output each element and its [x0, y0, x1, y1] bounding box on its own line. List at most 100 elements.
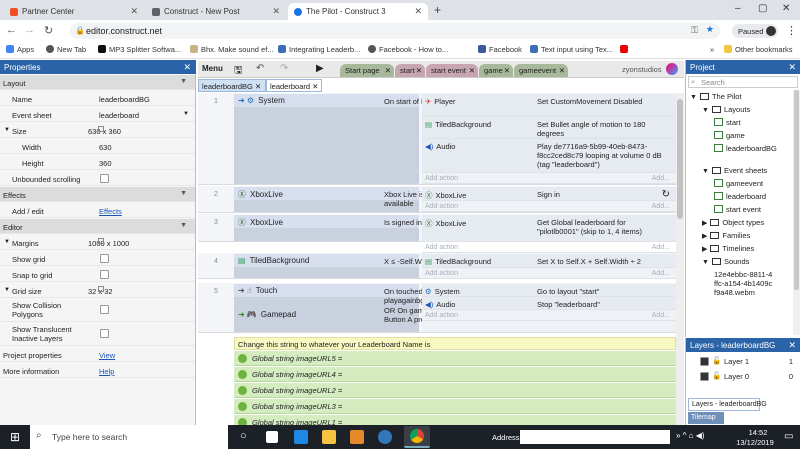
property-row[interactable]: Name leaderboardBG: [0, 91, 195, 106]
undo-icon[interactable]: ↶: [256, 63, 264, 74]
project-tree-item[interactable]: game: [714, 131, 745, 140]
event-block[interactable]: 1 ➜ ⚙ System On start of layout ✈ Player Set C…: [198, 93, 676, 185]
expand-arrow-icon[interactable]: ▼: [702, 168, 709, 175]
close-tab-icon[interactable]: ✕: [272, 6, 280, 17]
event-block[interactable]: 5 ➜ ☝ Touch On touched playagainbg ➜ 🎮 Gamepa…: [198, 283, 676, 333]
clock-date[interactable]: 13/12/2019: [730, 438, 780, 447]
taskbar-search-input[interactable]: ⌕ Type here to search: [30, 425, 228, 449]
close-doc-tab-icon[interactable]: ✕: [255, 82, 261, 91]
property-checkbox[interactable]: [100, 305, 109, 314]
property-row[interactable]: Show Collision Polygons: [0, 299, 195, 322]
condition-object[interactable]: ➜ ⚙ System: [238, 96, 285, 105]
close-tab-icon[interactable]: ✕: [414, 6, 422, 17]
bookmark-youtube[interactable]: [620, 45, 631, 54]
lock-icon[interactable]: 🔓: [712, 356, 721, 365]
doc-tab-leaderboard[interactable]: leaderboard ✕: [266, 79, 322, 92]
action-object[interactable]: ✈ Player: [425, 97, 456, 106]
project-scrollbar[interactable]: [793, 90, 800, 335]
condition-object[interactable]: Ⓧ XboxLive: [238, 189, 283, 200]
event-condition[interactable]: Ⓧ XboxLive Xbox Live is available: [234, 187, 424, 212]
add-more-link[interactable]: Add...: [652, 312, 670, 319]
dropdown-arrow-icon[interactable]: ▼: [183, 111, 189, 117]
expand-arrow-icon[interactable]: ▶: [702, 233, 707, 240]
action-object[interactable]: ⚙ System: [425, 287, 460, 296]
url-field[interactable]: 🔒 editor.construct.net ⚿ ★: [70, 23, 720, 39]
project-tree-item[interactable]: ▼ Sounds: [702, 257, 749, 266]
project-search-input[interactable]: ⌕ Search: [688, 76, 798, 88]
property-value[interactable]: leaderboard: [99, 111, 139, 120]
bookmark-star-icon[interactable]: ★: [706, 24, 714, 35]
project-tree-item[interactable]: start: [714, 118, 741, 127]
close-doc-tab-icon[interactable]: ✕: [312, 82, 318, 91]
condition-object[interactable]: ➜ ☝ Touch: [238, 286, 277, 295]
taskbar-address-input[interactable]: [520, 430, 670, 444]
clock-time[interactable]: 14:52: [738, 428, 778, 437]
project-tree-item[interactable]: ▼ Layouts: [702, 105, 750, 114]
bookmark-facebook-how-to[interactable]: Facebook - How to...: [368, 45, 448, 54]
global-variable-row[interactable]: Global string imageURL5 =: [234, 351, 676, 366]
scrollbar-thumb[interactable]: [677, 99, 683, 219]
menu-button[interactable]: Menu: [202, 64, 223, 73]
action-row[interactable]: Ⓧ XboxLive Sign in ↻: [422, 187, 676, 201]
add-action-button[interactable]: Add action Add...: [422, 201, 676, 212]
action-row[interactable]: ◀) Audio Stop "leaderboard": [422, 297, 676, 310]
chrome-menu-icon[interactable]: ⋮: [786, 24, 797, 37]
layer-visible-checkbox[interactable]: [700, 372, 709, 381]
event-condition[interactable]: Ⓧ XboxLive Is signed in: [234, 215, 422, 241]
action-object[interactable]: Ⓧ XboxLive: [425, 218, 466, 229]
doc-tab-leaderboardbg[interactable]: leaderboardBG ✕: [198, 79, 266, 92]
close-properties-icon[interactable]: ✕: [183, 62, 191, 73]
file-explorer-icon[interactable]: [322, 430, 336, 444]
other-bookmarks[interactable]: Other bookmarks: [724, 45, 793, 54]
project-tree-item[interactable]: gameevent: [714, 179, 763, 188]
tray-icons[interactable]: » ^ ⌂ ◀): [676, 431, 705, 440]
content-tab[interactable]: Start page ✕: [340, 64, 394, 77]
event-condition[interactable]: ➜ ☝ Touch On touched playagainbg ➜ 🎮 Gamepad…: [234, 284, 447, 332]
add-action-button[interactable]: Add action Add...: [422, 173, 676, 184]
event-condition[interactable]: ▤ TiledBackground X ≤ -Self.Width ÷ 2: [234, 254, 446, 278]
property-checkbox[interactable]: [100, 329, 109, 338]
project-tree-item[interactable]: ▶ Families: [702, 231, 750, 240]
expand-icon[interactable]: ▼: [4, 239, 10, 245]
close-tab-icon[interactable]: ✕: [416, 66, 422, 75]
property-row[interactable]: Grid size ▼ 32 x 32: [0, 283, 195, 298]
save-icon[interactable]: 🖫: [234, 63, 243, 80]
browser-tab-partner-center[interactable]: Partner Center ✕: [4, 3, 144, 20]
windows-start-icon[interactable]: ⊞: [10, 430, 20, 444]
redo-icon[interactable]: ↷: [280, 63, 288, 74]
content-tab[interactable]: gameevent ✕: [514, 64, 568, 77]
property-row[interactable]: Margins ▼ 1000 x 1000: [0, 235, 195, 250]
property-link[interactable]: Help: [99, 367, 114, 376]
bookmark-bfxr[interactable]: Bhx. Make sound ef...: [190, 45, 274, 54]
add-action-button[interactable]: Add action Add...: [422, 310, 676, 321]
add-more-link[interactable]: Add...: [652, 270, 670, 277]
action-row[interactable]: Ⓧ XboxLive Get Global leaderboard for "pil…: [422, 215, 676, 242]
project-tree-item[interactable]: leaderboardBG: [714, 144, 786, 153]
property-value[interactable]: 1000 x 1000: [88, 239, 129, 248]
project-tree-item[interactable]: ▶ Object types: [702, 218, 764, 227]
expand-arrow-icon[interactable]: ▼: [702, 259, 709, 266]
expand-icon[interactable]: ▼: [4, 287, 10, 293]
global-variable-row[interactable]: Global string imageURL4 =: [234, 367, 676, 382]
task-view-icon[interactable]: [266, 431, 278, 443]
reload-icon[interactable]: ↻: [662, 189, 670, 200]
action-row[interactable]: ▤ TiledBackground Set X to Self.X + Self.W…: [422, 254, 676, 268]
action-object[interactable]: Ⓧ XboxLive: [425, 190, 466, 201]
property-checkbox[interactable]: [100, 270, 109, 279]
profile-paused-button[interactable]: Paused: [732, 24, 778, 38]
lock-icon[interactable]: 🔓: [712, 371, 721, 380]
key-icon[interactable]: ⚿: [691, 25, 698, 36]
property-row[interactable]: Add / edit Effects: [0, 203, 195, 218]
project-tree-item[interactable]: ▶ Timelines: [702, 244, 754, 253]
property-row[interactable]: Snap to grid: [0, 267, 195, 282]
global-variable-row[interactable]: Global string imageURL3 =: [234, 399, 676, 414]
action-object[interactable]: ◀) Audio: [425, 300, 455, 309]
event-sheet-scrollbar[interactable]: [676, 93, 684, 425]
content-tab[interactable]: game ✕: [479, 64, 513, 77]
condition-object[interactable]: ➜ 🎮 Gamepad: [238, 310, 296, 319]
property-checkbox[interactable]: [100, 254, 109, 263]
add-more-link[interactable]: Add...: [652, 203, 670, 210]
layer-row[interactable]: 🔓 Layer 1 1: [686, 355, 799, 369]
layers-panel-tab[interactable]: Layers - leaderboardBG: [688, 398, 767, 411]
bookmark-text-input[interactable]: Text input using Tex...: [530, 45, 613, 54]
